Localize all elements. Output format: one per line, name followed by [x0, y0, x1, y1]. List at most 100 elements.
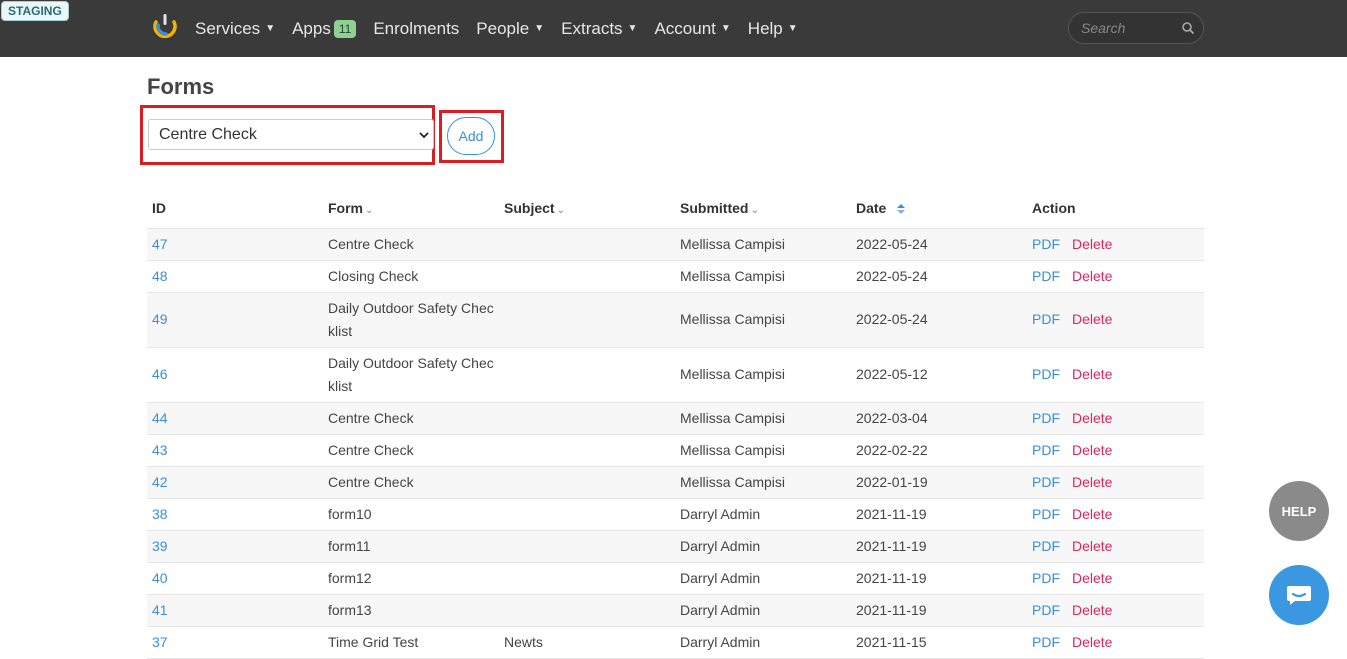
caret-down-icon: ▼ — [720, 23, 731, 34]
row-id-link[interactable]: 42 — [152, 474, 168, 490]
pdf-link[interactable]: PDF — [1032, 410, 1060, 426]
delete-link[interactable]: Delete — [1072, 442, 1112, 458]
col-form[interactable]: Form ⌄ — [323, 188, 499, 229]
table-row: 40 form12 Darryl Admin 2021-11-19 PDF Del… — [147, 562, 1204, 595]
nav-account-label: Account — [654, 18, 716, 38]
help-widget-button[interactable]: HELP — [1269, 481, 1329, 541]
pdf-link[interactable]: PDF — [1032, 366, 1060, 382]
table-row: 42 Centre Check Mellissa Campisi 2022-01… — [147, 466, 1204, 499]
nav-people[interactable]: People ▼ — [476, 19, 544, 39]
pdf-link[interactable]: PDF — [1032, 311, 1060, 327]
col-submitted[interactable]: Submitted ⌄ — [675, 188, 851, 229]
cell-date: 2022-01-19 — [851, 466, 1027, 499]
cell-id: 46 — [147, 347, 323, 403]
nav-account[interactable]: Account ▼ — [654, 19, 730, 39]
nav-extracts[interactable]: Extracts ▼ — [561, 19, 637, 39]
add-button[interactable]: Add — [447, 117, 495, 155]
nav-help[interactable]: Help ▼ — [748, 19, 798, 39]
chat-widget-button[interactable] — [1269, 565, 1329, 625]
cell-submitted: Darryl Admin — [675, 498, 851, 531]
table-row: 37 Time Grid Test Newts Darryl Admin 202… — [147, 626, 1204, 659]
cell-date: 2021-11-19 — [851, 594, 1027, 627]
cell-action: PDF Delete — [1027, 434, 1204, 467]
col-action-label: Action — [1032, 199, 1076, 216]
row-id-link[interactable]: 38 — [152, 506, 168, 522]
cell-subject — [499, 466, 675, 499]
row-id-link[interactable]: 37 — [152, 634, 168, 650]
app-logo-icon[interactable] — [152, 13, 178, 39]
cell-submitted: Mellissa Campisi — [675, 466, 851, 499]
pdf-link[interactable]: PDF — [1032, 442, 1060, 458]
row-id-link[interactable]: 41 — [152, 602, 168, 618]
delete-link[interactable]: Delete — [1072, 410, 1112, 426]
cell-id: 48 — [147, 260, 323, 293]
cell-action: PDF Delete — [1027, 228, 1204, 261]
delete-link[interactable]: Delete — [1072, 602, 1112, 618]
col-subject[interactable]: Subject ⌄ — [499, 188, 675, 229]
cell-form: Centre Check — [323, 466, 499, 499]
delete-link[interactable]: Delete — [1072, 506, 1112, 522]
form-type-select[interactable]: Centre Check — [148, 119, 434, 150]
cell-submitted: Darryl Admin — [675, 530, 851, 563]
row-id-link[interactable]: 46 — [152, 366, 168, 382]
search-icon[interactable] — [1181, 21, 1195, 35]
sort-updown-icon — [897, 204, 906, 215]
pdf-link[interactable]: PDF — [1032, 268, 1060, 284]
cell-submitted: Darryl Admin — [675, 594, 851, 627]
row-id-link[interactable]: 48 — [152, 268, 168, 284]
pdf-link[interactable]: PDF — [1032, 538, 1060, 554]
cell-subject — [499, 292, 675, 348]
cell-form: form11 — [323, 530, 499, 563]
row-id-link[interactable]: 44 — [152, 410, 168, 426]
delete-link[interactable]: Delete — [1072, 236, 1112, 252]
row-id-link[interactable]: 49 — [152, 311, 168, 327]
nav-services[interactable]: Services ▼ — [195, 19, 275, 39]
table-row: 38 form10 Darryl Admin 2021-11-19 PDF Del… — [147, 498, 1204, 531]
delete-link[interactable]: Delete — [1072, 634, 1112, 650]
pdf-link[interactable]: PDF — [1032, 506, 1060, 522]
delete-link[interactable]: Delete — [1072, 570, 1112, 586]
col-submitted-label: Submitted — [680, 199, 749, 216]
delete-link[interactable]: Delete — [1072, 366, 1112, 382]
row-id-link[interactable]: 39 — [152, 538, 168, 554]
page-title: Forms — [147, 74, 215, 99]
cell-action: PDF Delete — [1027, 292, 1204, 348]
pdf-link[interactable]: PDF — [1032, 634, 1060, 650]
cell-form: form12 — [323, 562, 499, 595]
table-row: 39 form11 Darryl Admin 2021-11-19 PDF Del… — [147, 530, 1204, 563]
col-date[interactable]: Date — [851, 188, 1027, 229]
cell-date: 2022-05-24 — [851, 260, 1027, 293]
pdf-link[interactable]: PDF — [1032, 474, 1060, 490]
nav-enrolments[interactable]: Enrolments — [373, 19, 459, 39]
delete-link[interactable]: Delete — [1072, 474, 1112, 490]
cell-form: Daily Outdoor Safety Checklist — [323, 347, 499, 403]
search-input[interactable] — [1079, 19, 1174, 37]
row-id-link[interactable]: 43 — [152, 442, 168, 458]
sort-chevron-icon: ⌄ — [365, 204, 374, 216]
caret-down-icon: ▼ — [787, 23, 798, 34]
cell-id: 42 — [147, 466, 323, 499]
cell-subject — [499, 260, 675, 293]
cell-date: 2021-11-19 — [851, 562, 1027, 595]
delete-link[interactable]: Delete — [1072, 311, 1112, 327]
table-row: 49 Daily Outdoor Safety Checklist Mellis… — [147, 292, 1204, 348]
cell-date: 2022-02-22 — [851, 434, 1027, 467]
nav-apps-label: Apps — [292, 18, 331, 38]
col-id[interactable]: ID — [147, 188, 323, 229]
cell-subject — [499, 347, 675, 403]
row-id-link[interactable]: 47 — [152, 236, 168, 252]
cell-form: form13 — [323, 594, 499, 627]
cell-date: 2022-05-24 — [851, 228, 1027, 261]
cell-submitted: Mellissa Campisi — [675, 402, 851, 435]
delete-link[interactable]: Delete — [1072, 268, 1112, 284]
pdf-link[interactable]: PDF — [1032, 236, 1060, 252]
nav-apps[interactable]: Apps 11 — [292, 18, 357, 39]
delete-link[interactable]: Delete — [1072, 538, 1112, 554]
cell-date: 2021-11-15 — [851, 626, 1027, 659]
row-id-link[interactable]: 40 — [152, 570, 168, 586]
nav-help-label: Help — [747, 18, 783, 38]
col-date-label: Date — [856, 199, 887, 216]
pdf-link[interactable]: PDF — [1032, 602, 1060, 618]
cell-submitted: Darryl Admin — [675, 626, 851, 659]
pdf-link[interactable]: PDF — [1032, 570, 1060, 586]
